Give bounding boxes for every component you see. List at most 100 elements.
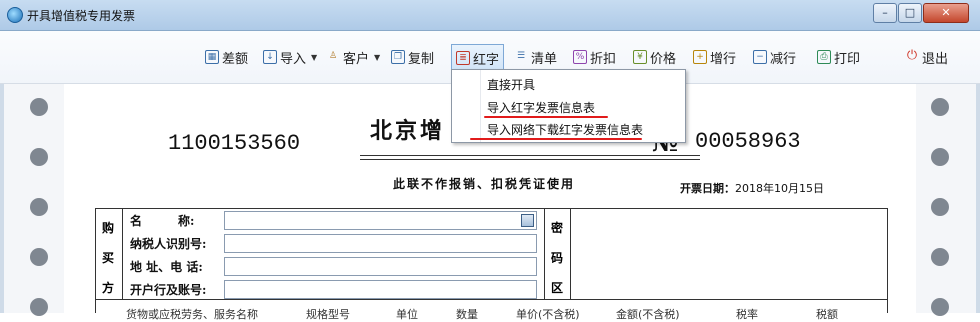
tax-id-label: 纳税人识别号: — [130, 237, 207, 251]
red-invoice-menu: 直接开具 导入红字发票信息表 导入网络下载红字发票信息表 — [451, 69, 686, 143]
maximize-button[interactable]: □ — [898, 3, 922, 23]
import-icon: ↓ — [263, 50, 277, 64]
tax-rate-header: 税率 — [736, 308, 758, 321]
left-perforation-strip — [4, 84, 68, 316]
price-icon: ¥ — [633, 50, 647, 64]
diff-button[interactable]: ▦ 差额 — [205, 46, 248, 68]
red-invoice-label: 红字 — [473, 52, 500, 68]
remove-row-icon: − — [753, 50, 767, 64]
date-value: 2018年10月15日 — [735, 182, 824, 195]
bank-account-label: 开户行及账号: — [130, 283, 207, 297]
perforation-hole — [931, 298, 949, 316]
list-label: 清单 — [531, 51, 558, 67]
unit-header: 单位 — [396, 308, 418, 321]
invoice-code: 1100153560 — [168, 131, 301, 156]
app-logo-icon — [7, 7, 23, 23]
discount-label: 折扣 — [590, 51, 617, 67]
name-label: 名 称: — [130, 214, 195, 228]
menu-item-direct-issue[interactable]: 直接开具 — [487, 76, 535, 93]
title-underline — [360, 155, 700, 156]
menu-icon-gutter — [480, 70, 481, 142]
divider — [544, 209, 545, 299]
buyer-section: 购 买 方 名 称: 纳税人识别号: 地 址、电 话: 开户行及账号: 密 码 … — [95, 208, 888, 321]
copy-icon: ❐ — [391, 50, 405, 64]
remove-row-label: 减行 — [770, 51, 797, 67]
window-titlebar: 开具增值税专用发票 – □ ✕ — [0, 0, 980, 31]
perforation-hole — [931, 248, 949, 266]
unit-price-header: 单价(不含税) — [516, 308, 580, 321]
minimize-button[interactable]: – — [873, 3, 897, 23]
exit-button[interactable]: ⏻ 退出 — [905, 46, 948, 68]
divider — [570, 209, 571, 299]
invoice-notice: 此联不作报销、扣税凭证使用 — [393, 177, 576, 191]
import-button[interactable]: ↓ 导入 ▼ — [263, 46, 317, 68]
buyer-name-input[interactable] — [224, 211, 537, 230]
customer-label: 客户 — [343, 51, 370, 67]
print-label: 打印 — [834, 51, 861, 67]
copy-label: 复制 — [408, 51, 435, 67]
code-area-char: 密 — [551, 221, 564, 235]
code-area-char: 码 — [551, 251, 564, 265]
goods-name-header: 货物或应税劳务、服务名称 — [126, 308, 258, 321]
perforation-hole — [30, 298, 48, 316]
add-row-button[interactable]: + 增行 — [693, 46, 736, 68]
row-divider — [96, 299, 887, 300]
user-icon: ♙ — [328, 51, 338, 61]
divider — [122, 209, 123, 299]
lookup-icon[interactable] — [521, 214, 534, 227]
window-right-border — [976, 84, 980, 313]
invoice-title: 北京增 — [370, 118, 446, 144]
right-perforation-strip — [916, 84, 976, 316]
title-underline — [360, 159, 700, 160]
menu-item-import-red-info[interactable]: 导入红字发票信息表 — [487, 99, 595, 116]
list-button[interactable]: ☰ 清单 — [514, 46, 557, 68]
grid-icon: ▦ — [205, 50, 219, 64]
perforation-hole — [931, 198, 949, 216]
spec-header: 规格型号 — [306, 308, 350, 321]
red-document-icon: ≣ — [456, 51, 470, 65]
amount-header: 金额(不含税) — [616, 308, 680, 321]
remove-row-button[interactable]: − 减行 — [753, 46, 796, 68]
list-icon: ☰ — [516, 51, 526, 61]
print-button[interactable]: ⎙ 打印 — [817, 46, 860, 68]
invoice-number: 00058963 — [695, 129, 801, 154]
red-invoice-button[interactable]: ≣ 红字 — [451, 44, 505, 72]
buyer-char: 买 — [102, 251, 115, 265]
copy-button[interactable]: ❐ 复制 — [391, 46, 434, 68]
address-phone-label: 地 址、电 话: — [130, 260, 203, 274]
buyer-char: 购 — [102, 221, 115, 235]
exit-label: 退出 — [922, 51, 949, 67]
bank-account-input[interactable] — [224, 280, 537, 299]
price-label: 价格 — [650, 51, 677, 67]
printer-icon: ⎙ — [817, 50, 831, 64]
perforation-hole — [931, 148, 949, 166]
perforation-hole — [30, 148, 48, 166]
add-row-icon: + — [693, 50, 707, 64]
address-phone-input[interactable] — [224, 257, 537, 276]
price-button[interactable]: ¥ 价格 — [633, 46, 676, 68]
perforation-hole — [30, 248, 48, 266]
buyer-label: 购 买 方 — [96, 209, 122, 299]
chevron-down-icon: ▼ — [374, 52, 381, 62]
discount-icon: % — [573, 50, 587, 64]
quantity-header: 数量 — [456, 308, 478, 321]
diff-label: 差额 — [222, 51, 249, 67]
menu-item-import-downloaded-red-info[interactable]: 导入网络下载红字发票信息表 — [487, 121, 643, 138]
invoice-date: 开票日期：2018年10月15日 — [680, 180, 824, 196]
power-icon: ⏻ — [906, 48, 918, 63]
highlight-underline — [484, 116, 608, 118]
highlight-underline — [470, 138, 642, 140]
date-label: 开票日期： — [680, 182, 735, 195]
add-row-label: 增行 — [710, 51, 737, 67]
chevron-down-icon: ▼ — [311, 52, 318, 62]
tax-id-input[interactable] — [224, 234, 537, 253]
perforation-hole — [30, 198, 48, 216]
perforation-hole — [30, 98, 48, 116]
import-label: 导入 — [280, 51, 307, 67]
code-area-char: 区 — [551, 281, 564, 295]
close-button[interactable]: ✕ — [923, 3, 969, 23]
discount-button[interactable]: % 折扣 — [573, 46, 616, 68]
perforation-hole — [931, 98, 949, 116]
tax-amount-header: 税额 — [816, 308, 838, 321]
customer-button[interactable]: ♙ 客户 ▼ — [326, 46, 380, 68]
